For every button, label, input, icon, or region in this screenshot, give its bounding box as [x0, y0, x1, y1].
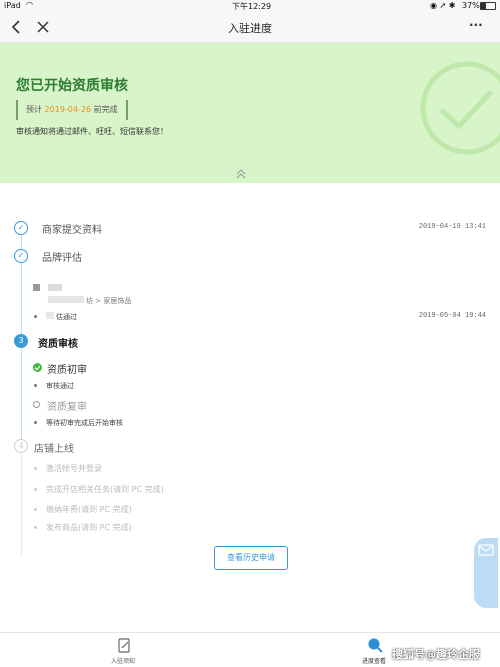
- clock: 下午12:29: [232, 2, 272, 11]
- bullet-dot: [34, 508, 37, 511]
- more-menu-button[interactable]: ···: [469, 18, 483, 32]
- deadline-box: 预计 2019-04-26 前完成: [16, 100, 128, 120]
- step-submit-label: 商家提交资料: [42, 225, 102, 236]
- battery-icon: [480, 2, 496, 10]
- timeline-connector: [21, 453, 22, 557]
- mail-icon: [478, 544, 494, 556]
- battery-percent: 37%: [462, 1, 480, 10]
- bullet-dot: [34, 421, 37, 424]
- brand-result-time: 2019-05-04 19:44: [418, 312, 486, 320]
- substep-second-status: 等待初审完成后开始审核: [46, 419, 123, 427]
- redacted-block: [48, 284, 62, 291]
- step-number-badge: 3: [14, 334, 28, 348]
- brand-category: 坊 > 家居饰品: [86, 297, 132, 305]
- timeline-connector: [21, 348, 22, 439]
- substep-initial-review: 资质初审: [47, 365, 87, 376]
- substep-initial-status: 审核通过: [46, 382, 74, 390]
- deadline-prefix: 预计: [26, 105, 42, 114]
- bullet-dot: [34, 467, 37, 470]
- substep-second-review: 资质复审: [47, 402, 87, 413]
- tab-entry-notice[interactable]: 入驻须知: [105, 633, 145, 667]
- banner-notice: 审核通知将通过邮件、旺旺、短信联系您！: [16, 127, 168, 136]
- document-edit-icon: [118, 638, 130, 653]
- timeline-connector: [21, 235, 22, 249]
- bullet-dot: [34, 488, 37, 491]
- step-qualification-label: 资质审核: [38, 339, 78, 350]
- online-service-float-button[interactable]: [474, 538, 498, 608]
- tab-progress-view[interactable]: 进度查看: [356, 633, 396, 667]
- tab-label: 进度查看: [362, 658, 387, 665]
- device-label: iPad: [4, 1, 21, 10]
- step-done-check-icon: ✓: [14, 249, 28, 263]
- step-submit-time: 2019-04-19 13:41: [418, 223, 486, 231]
- checkmark-circle-icon: [420, 61, 500, 155]
- search-progress-icon: [368, 638, 383, 653]
- task-item: 激活帐号并登录: [46, 464, 102, 473]
- step-store-online-label: 店铺上线: [34, 444, 74, 455]
- timeline-connector: [21, 263, 22, 334]
- nav-bar: 入驻进度 ···: [0, 12, 500, 43]
- status-bar: iPad ◠ 下午12:29 ◉ ➚ ✱ 37%: [0, 0, 500, 12]
- brand-result: 估通过: [56, 313, 77, 321]
- page-title: 入驻进度: [228, 22, 272, 35]
- step-done-check-icon: ✓: [14, 221, 28, 235]
- bullet-dot: [34, 526, 37, 529]
- pending-circle-icon: [33, 401, 40, 408]
- banner-title: 您已开始资质审核: [16, 78, 128, 94]
- status-icons: ◉ ➚ ✱: [430, 1, 456, 10]
- history-applications-button[interactable]: 查看历史申请: [214, 546, 288, 570]
- watermark-text: 搜狐号@趣玲企服: [392, 648, 480, 661]
- check-circle-icon: [33, 363, 42, 372]
- step-number-badge: 4: [14, 439, 28, 453]
- wifi-icon: ◠: [26, 0, 33, 9]
- redacted-block: [46, 312, 54, 319]
- redacted-block: [33, 284, 40, 291]
- redacted-block: [48, 296, 84, 303]
- deadline-date: 2019-04-26: [44, 105, 92, 114]
- step-brand-label: 品牌评估: [42, 253, 82, 264]
- bullet-dot: [34, 315, 37, 318]
- collapse-chevron-icon[interactable]: [236, 169, 246, 179]
- task-item: 完成开店相关任务(请到 PC 完成): [46, 485, 164, 494]
- deadline-suffix: 前完成: [93, 105, 118, 114]
- task-item: 发布商品(请到 PC 完成): [46, 523, 132, 532]
- task-item: 缴纳年费(请到 PC 完成): [46, 505, 132, 514]
- bullet-dot: [34, 384, 37, 387]
- tab-label: 入驻须知: [111, 658, 136, 665]
